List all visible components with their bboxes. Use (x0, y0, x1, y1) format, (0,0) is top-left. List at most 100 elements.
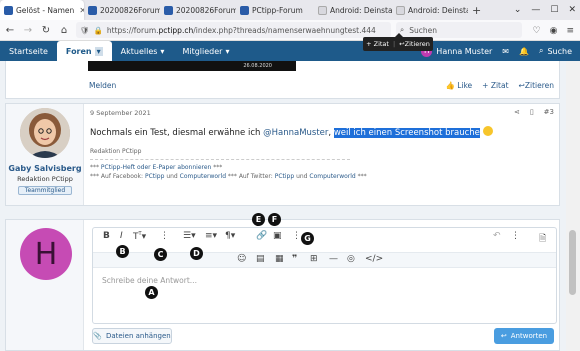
maximize-icon[interactable]: ☐ (550, 5, 558, 15)
minimize-icon[interactable]: — (531, 5, 540, 15)
address-bar[interactable]: 🛡 🔒 https://forum.pctipp.ch/index.php?th… (76, 22, 391, 38)
post-number[interactable]: #3 (544, 108, 554, 116)
tooltip-add-quote[interactable]: + Zitat (366, 40, 389, 48)
username: Hanna Muster (436, 46, 493, 56)
bell-icon[interactable]: 🔔 (519, 47, 529, 56)
marker-g: G (301, 232, 314, 245)
gif-icon[interactable]: ▦ (275, 254, 284, 264)
list-icon[interactable]: ☰▾ (183, 231, 196, 241)
emoji-icon[interactable]: ☺ (237, 254, 246, 264)
scrollbar[interactable] (566, 61, 580, 351)
reply-author-box: H (6, 220, 84, 350)
tooltip-quote[interactable]: ↩Zitieren (399, 40, 430, 48)
author-avatar[interactable] (20, 108, 70, 158)
page-favicon-icon (318, 5, 327, 15)
twitter-pctipp-link[interactable]: PCtipp (275, 173, 294, 180)
like-button[interactable]: 👍 Like (445, 81, 472, 90)
new-tab-icon[interactable]: + (472, 4, 481, 17)
bookmark-icon[interactable]: ▯ (530, 108, 534, 116)
reply-editor[interactable]: B I TT▾ ⋮ ☰▾ ≡▾ ¶▾ 🔗 ▣ ⋮ ↶ ⋮ 🗎 ☺ ▤ ▦ ❞ ⊞… (92, 227, 557, 324)
code-icon[interactable]: </> (365, 254, 383, 264)
forum-search-button[interactable]: ⌕ Suche (539, 46, 572, 56)
url-text: https://forum.pctipp.ch/index.php?thread… (106, 25, 376, 35)
horizontal-line-icon[interactable]: — (329, 254, 338, 264)
tab-android-1[interactable]: Android: Deinstal (314, 0, 392, 20)
tab-android-2[interactable]: Android: Deinstal (392, 0, 468, 20)
pocket-icon[interactable]: ♡ (533, 26, 541, 36)
quote-tooltip: + Zitat | ↩Zitieren (363, 33, 433, 51)
shield-icon: 🛡 (80, 25, 90, 35)
menu-icon[interactable]: ≡ (566, 26, 574, 36)
scrollbar-thumb[interactable] (569, 230, 576, 295)
forward-icon[interactable]: → (20, 25, 36, 36)
marker-c: C (154, 248, 167, 261)
back-icon[interactable]: ← (2, 25, 18, 36)
grinning-emoji-icon (482, 126, 493, 136)
add-quote-button[interactable]: + Zitat (482, 81, 508, 90)
more-text-options-icon[interactable]: ⋮ (160, 231, 169, 241)
text-size-icon[interactable]: TT▾ (133, 231, 146, 242)
post-gaby: Gaby Salvisberg Redaktion PCtipp Teammit… (5, 103, 560, 206)
post-body: Nochmals ein Test, diesmal erwähne ich @… (90, 126, 493, 138)
post-author-box: Gaby Salvisberg Redaktion PCtipp Teammit… (6, 104, 84, 205)
browser-search-input[interactable]: ⌕ Suchen (396, 22, 522, 38)
marker-e: E (252, 213, 265, 226)
twitter-computerworld-link[interactable]: Computerworld (309, 173, 355, 180)
marker-a: A (145, 286, 158, 299)
attach-files-button[interactable]: 📎 Dateien anhängen (92, 328, 172, 344)
post-date[interactable]: 9 September 2021 (90, 109, 151, 117)
search-placeholder: Suchen (409, 25, 437, 35)
facebook-pctipp-link[interactable]: PCtipp (145, 173, 164, 180)
pctipp-favicon-icon (240, 5, 249, 15)
tab-forum-1[interactable]: 20200826Forum( (84, 0, 160, 20)
inbox-icon[interactable]: ✉ (502, 47, 509, 56)
link-icon[interactable]: 🔗 (256, 231, 267, 241)
align-icon[interactable]: ≡▾ (205, 231, 217, 241)
nav-aktuelles[interactable]: Aktuelles ▾ (112, 41, 174, 61)
more-insert-options-icon[interactable]: ⋮ (292, 231, 301, 241)
chevron-down-icon[interactable]: ▾ (225, 47, 229, 56)
quote-icon[interactable]: ❞ (292, 254, 297, 264)
tab-forum-2[interactable]: 20200826Forum( (160, 0, 236, 20)
tab-pctipp-forum[interactable]: PCtipp-Forum (236, 0, 314, 20)
mention-link[interactable]: @HannaMuster (263, 128, 328, 138)
paragraph-icon[interactable]: ¶▾ (225, 231, 235, 241)
nav-foren[interactable]: Foren ▾ (56, 41, 112, 61)
more-options-icon[interactable]: ⋮ (511, 231, 520, 241)
tab-label: 20200826Forum( (176, 5, 236, 15)
report-link[interactable]: Melden (89, 81, 116, 90)
video-player[interactable]: 26.08.2020 (88, 61, 296, 71)
preview-icon[interactable]: 🗎 (539, 231, 546, 247)
close-window-icon[interactable]: ✕ (568, 5, 576, 15)
lock-icon: 🔒 (93, 25, 103, 35)
image-icon[interactable]: ▣ (273, 231, 282, 241)
attach-label: Dateien anhängen (105, 332, 171, 340)
share-icon[interactable]: ⋖ (514, 108, 520, 116)
nav-startseite[interactable]: Startseite (0, 41, 57, 61)
team-badge: Teammitglied (18, 186, 72, 195)
video-date: 26.08.2020 (243, 63, 272, 69)
chevron-down-icon[interactable]: ▾ (160, 47, 164, 56)
reply-submit-button[interactable]: ↩ Antworten (494, 328, 554, 344)
quote-button[interactable]: ↩Zitieren (519, 81, 554, 90)
table-icon[interactable]: ⊞ (310, 254, 318, 264)
media-icon[interactable]: ▤ (256, 254, 265, 264)
subscribe-link[interactable]: PCtipp-Heft oder E-Paper abonnieren (101, 164, 211, 171)
marker-b: B (116, 245, 129, 258)
search-icon: ⌕ (538, 46, 544, 55)
author-name[interactable]: Gaby Salvisberg (6, 164, 84, 173)
spoiler-icon[interactable]: ◎ (347, 254, 355, 264)
tab-geloest[interactable]: Gelöst - Namen ✕ (0, 0, 84, 20)
bold-icon[interactable]: B (103, 231, 110, 241)
editor-toolbar: B I TT▾ ⋮ ☰▾ ≡▾ ¶▾ 🔗 ▣ ⋮ ↶ ⋮ 🗎 (93, 228, 556, 248)
reload-icon[interactable]: ↻ (38, 25, 54, 36)
nav-mitglieder[interactable]: Mitglieder ▾ (173, 41, 238, 61)
tab-label: 20200826Forum( (100, 5, 160, 15)
facebook-computerworld-link[interactable]: Computerworld (180, 173, 226, 180)
tab-list-icon[interactable]: ⌄ (514, 5, 522, 15)
italic-icon[interactable]: I (120, 231, 123, 241)
undo-icon[interactable]: ↶ (493, 231, 501, 241)
home-icon[interactable]: ⌂ (56, 25, 72, 36)
chevron-down-icon[interactable]: ▾ (94, 46, 103, 56)
account-icon[interactable]: ◉ (550, 26, 558, 36)
